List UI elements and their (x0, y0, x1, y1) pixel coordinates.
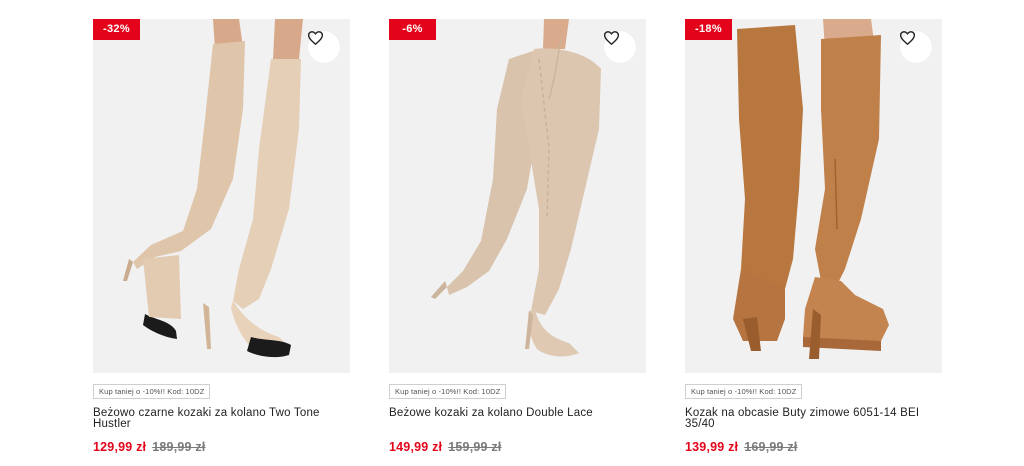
promo-code-badge: Kup taniej o -10%!! Kod: 10DZ (685, 384, 803, 399)
old-price: 159,99 zł (448, 440, 502, 454)
sale-price: 129,99 zł (93, 440, 147, 454)
wishlist-button[interactable] (308, 31, 340, 63)
price-block: 139,99 zł 169,99 zł (685, 440, 797, 454)
product-card[interactable]: -18% Kup taniej o -10%!! Kod: 10DZ Kozak… (685, 19, 942, 454)
discount-badge: -32% (93, 19, 140, 40)
old-price: 169,99 zł (744, 440, 798, 454)
product-title[interactable]: Beżowo czarne kozaki za kolano Two Tone … (93, 407, 343, 430)
boot-photo-two-tone (123, 19, 303, 358)
product-image[interactable]: -6% (389, 19, 646, 373)
price-block: 149,99 zł 159,99 zł (389, 440, 501, 454)
price-block: 129,99 zł 189,99 zł (93, 440, 205, 454)
sale-price: 139,99 zł (685, 440, 739, 454)
sale-price: 149,99 zł (389, 440, 443, 454)
product-card[interactable]: -32% Kup taniej o -10%!! Kod: 10DZ Beżow… (93, 19, 350, 454)
product-image[interactable]: -32% (93, 19, 350, 373)
wishlist-button[interactable] (900, 31, 932, 63)
promo-code-badge: Kup taniej o -10%!! Kod: 10DZ (93, 384, 211, 399)
boot-photo-camel-platform (733, 19, 889, 359)
product-title[interactable]: Kozak na obcasie Buty zimowe 6051-14 BEI… (685, 407, 935, 430)
discount-badge: -18% (685, 19, 732, 40)
old-price: 189,99 zł (152, 440, 206, 454)
boot-photo-double-lace (431, 19, 601, 357)
product-title[interactable]: Beżowe kozaki za kolano Double Lace (389, 407, 639, 419)
wishlist-button[interactable] (604, 31, 636, 63)
product-image[interactable]: -18% (685, 19, 942, 373)
promo-code-badge: Kup taniej o -10%!! Kod: 10DZ (389, 384, 507, 399)
discount-badge: -6% (389, 19, 436, 40)
product-card[interactable]: -6% Kup taniej o -10%!! Kod: 10DZ Beżowe… (389, 19, 646, 454)
